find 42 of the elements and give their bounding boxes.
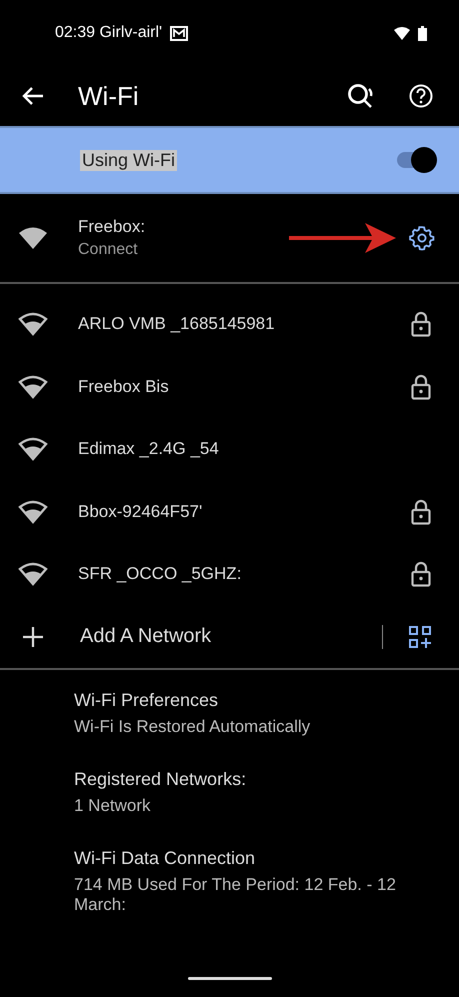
wifi-icon [18,226,48,250]
wifi-icon [18,312,48,336]
settings-item[interactable]: Wi-Fi Data Connection 714 MB Used For The Period: 12 Feb. - 12 March: [74,848,439,915]
wifi-icon [18,374,48,399]
setting-title: Wi-Fi Preferences [74,690,220,711]
toggle-switch[interactable] [395,147,437,173]
add-icon [22,626,44,648]
network-name[interactable]: Freebox: [78,217,146,237]
network-row[interactable]: SFR _OCCO _5GHZ: [0,543,459,606]
network-name: Bbox-92464F57' [78,502,202,522]
network-name: ARLO VMB _1685145981 [78,314,275,334]
setting-summary: 714 MB Used For The Period: 12 Feb. - 12 March: [74,875,397,915]
wifi-icon [18,562,48,586]
network-row[interactable]: ARLO VMB _1685145981 [0,293,459,356]
setting-summary: 1 Network [74,796,152,816]
setting-title: Registered Networks: [74,769,248,790]
settings-item[interactable]: Registered Networks: 1 Network [74,769,439,816]
network-row[interactable]: Edimax _2.4G _54 [0,418,459,480]
battery-icon [418,26,427,40]
back-icon[interactable] [22,86,44,106]
settings-item[interactable]: Wi-Fi Preferences Wi-Fi Is Restored Automatically [74,690,439,737]
network-name: Freebox Bis [78,376,169,397]
mail-icon [170,26,188,40]
wifi-icon [394,26,410,40]
network-row[interactable]: Bbox-92464F57' [0,480,459,543]
setting-title: Wi-Fi Data Connection [74,848,256,869]
status-text: 02:39 Girlv-airl' [55,24,162,42]
page-title: Wi-Fi [78,80,139,112]
connection-status: Connect [78,241,139,259]
switch-label: Using Wi-Fi [80,150,177,170]
wifi-icon [18,437,48,462]
qr-code-icon[interactable] [409,626,431,648]
network-row[interactable]: Freebox Bis [0,356,459,418]
network-name: Edimax _2.4G _54 [78,439,219,460]
search-icon[interactable] [347,83,375,109]
settings-icon[interactable] [409,225,435,251]
wifi-icon [18,500,48,524]
network-name: SFR _OCCO _5GHZ: [78,564,242,584]
setting-summary: Wi-Fi Is Restored Automatically [74,717,312,737]
help-icon[interactable] [409,84,433,108]
wifi-switch-bar[interactable]: Using Wi-Fi [0,126,459,194]
add-network-link[interactable]: Add A Network [80,625,212,648]
